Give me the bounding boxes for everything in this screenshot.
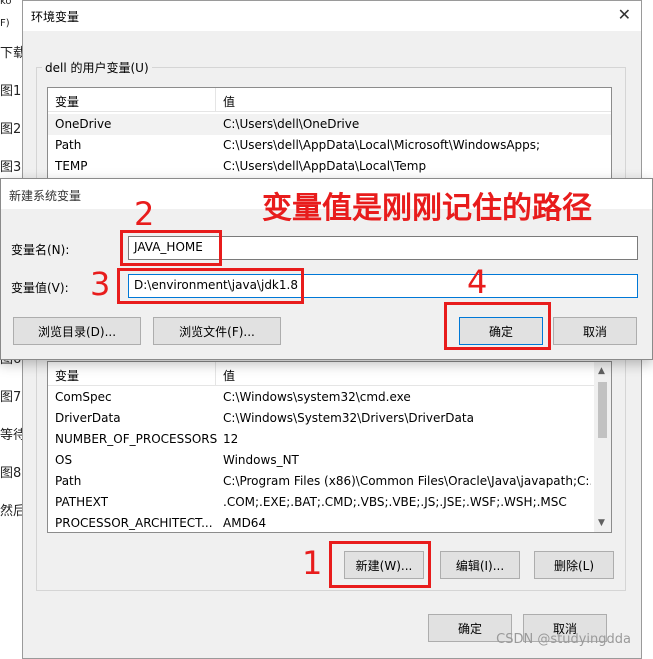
variable-name: OS: [55, 453, 73, 467]
column-header-variable[interactable]: 变量: [55, 93, 79, 110]
scroll-up-icon[interactable]: ▲: [598, 366, 605, 376]
variable-value: .COM;.EXE;.BAT;.CMD;.VBS;.VBE;.JS;.JSE;.…: [223, 495, 567, 509]
variable-name: TEMP: [55, 159, 88, 173]
browse-file-button[interactable]: 浏览文件(F)...: [153, 317, 281, 345]
system-variables-list[interactable]: 变量 值 ComSpec C:\Windows\system32\cmd.exe…: [47, 361, 612, 533]
bg-fragment: 图8: [0, 466, 22, 481]
variable-value: C:\Program Files (x86)\Common Files\Orac…: [223, 474, 591, 488]
variable-value: C:\Users\dell\OneDrive: [223, 117, 360, 131]
vertical-scrollbar[interactable]: ▲ ▼: [594, 362, 611, 532]
bg-fragment: 图1: [0, 84, 22, 99]
annotation-step-4: 4: [467, 263, 488, 301]
variable-name: PATHEXT: [55, 495, 109, 509]
bg-fragment: 图2: [0, 122, 22, 137]
bg-fragment: F): [0, 18, 10, 29]
variable-name: NUMBER_OF_PROCESSORS: [55, 432, 218, 446]
close-icon[interactable]: ✕: [618, 5, 631, 24]
watermark: CSDN @studyingdda: [496, 632, 631, 647]
variable-name-label: 变量名(N):: [11, 243, 70, 257]
user-variables-label: dell 的用户变量(U): [42, 59, 152, 76]
variable-name: PROCESSOR_ARCHITECT...: [55, 516, 213, 530]
annotation-box-ok-button: [444, 302, 551, 350]
variable-name: ComSpec: [55, 390, 112, 404]
column-header-value[interactable]: 值: [223, 93, 235, 110]
annotation-step-1: 1: [302, 544, 323, 582]
annotation-box-variable-name: [120, 230, 222, 266]
annotation-caption: 变量值是刚刚记住的路径: [262, 191, 592, 226]
column-divider[interactable]: [215, 88, 216, 112]
screenshot-root: ko F) 下载 图1 图2 图3 图6 图7 等待 图8 然后 环境变量 ✕ …: [0, 0, 653, 659]
list-item[interactable]: PROCESSOR_ARCHITECT... AMD64: [48, 513, 611, 532]
variable-value-label: 变量值(V):: [11, 281, 69, 295]
list-item[interactable]: OS Windows_NT: [48, 450, 611, 471]
env-window-title: 环境变量: [31, 10, 80, 24]
bg-fragment: 图3: [0, 160, 22, 175]
column-header-variable[interactable]: 变量: [55, 367, 79, 384]
dialog-title: 新建系统变量: [9, 189, 82, 203]
scroll-down-icon[interactable]: ▼: [598, 518, 605, 528]
variable-name: Path: [55, 138, 82, 152]
list-header: 变量 值: [48, 88, 611, 112]
variable-value: 12: [223, 432, 239, 446]
env-titlebar: 环境变量 ✕: [23, 1, 641, 31]
column-header-value[interactable]: 值: [223, 367, 235, 384]
dialog-cancel-button[interactable]: 取消: [553, 317, 637, 345]
scroll-thumb[interactable]: [598, 382, 607, 438]
list-item[interactable]: PATHEXT .COM;.EXE;.BAT;.CMD;.VBS;.VBE;.J…: [48, 492, 611, 513]
variable-name: Path: [55, 474, 82, 488]
annotation-step-3: 3: [90, 265, 111, 303]
variable-value: AMD64: [223, 516, 267, 530]
list-item[interactable]: ComSpec C:\Windows\system32\cmd.exe: [48, 387, 611, 408]
list-item[interactable]: DriverData C:\Windows\System32\Drivers\D…: [48, 408, 611, 429]
column-divider[interactable]: [215, 362, 216, 386]
edit-variable-button[interactable]: 编辑(I)...: [440, 551, 520, 579]
list-header: 变量 值: [48, 362, 611, 386]
variable-value: C:\Windows\system32\cmd.exe: [223, 390, 411, 404]
list-item[interactable]: Path C:\Program Files (x86)\Common Files…: [48, 471, 611, 492]
variable-name: OneDrive: [55, 117, 112, 131]
list-item[interactable]: TEMP C:\Users\dell\AppData\Local\Temp: [48, 156, 611, 177]
variable-value: C:\Users\dell\AppData\Local\Temp: [223, 159, 427, 173]
variable-value: C:\Users\dell\AppData\Local\Microsoft\Wi…: [223, 138, 541, 152]
annotation-box-new-button: [329, 541, 431, 588]
list-item[interactable]: NUMBER_OF_PROCESSORS 12: [48, 429, 611, 450]
variable-value: Windows_NT: [223, 453, 299, 467]
list-item[interactable]: Path C:\Users\dell\AppData\Local\Microso…: [48, 135, 611, 156]
bg-fragment: ko: [0, 0, 12, 7]
annotation-step-2: 2: [134, 195, 155, 233]
annotation-box-variable-value: [117, 268, 304, 304]
delete-variable-button[interactable]: 删除(L): [534, 551, 614, 579]
variable-value: C:\Windows\System32\Drivers\DriverData: [223, 411, 474, 425]
list-item[interactable]: OneDrive C:\Users\dell\OneDrive: [48, 114, 611, 135]
bg-fragment: 图7: [0, 390, 22, 405]
variable-name: DriverData: [55, 411, 121, 425]
browse-directory-button[interactable]: 浏览目录(D)...: [13, 317, 141, 345]
